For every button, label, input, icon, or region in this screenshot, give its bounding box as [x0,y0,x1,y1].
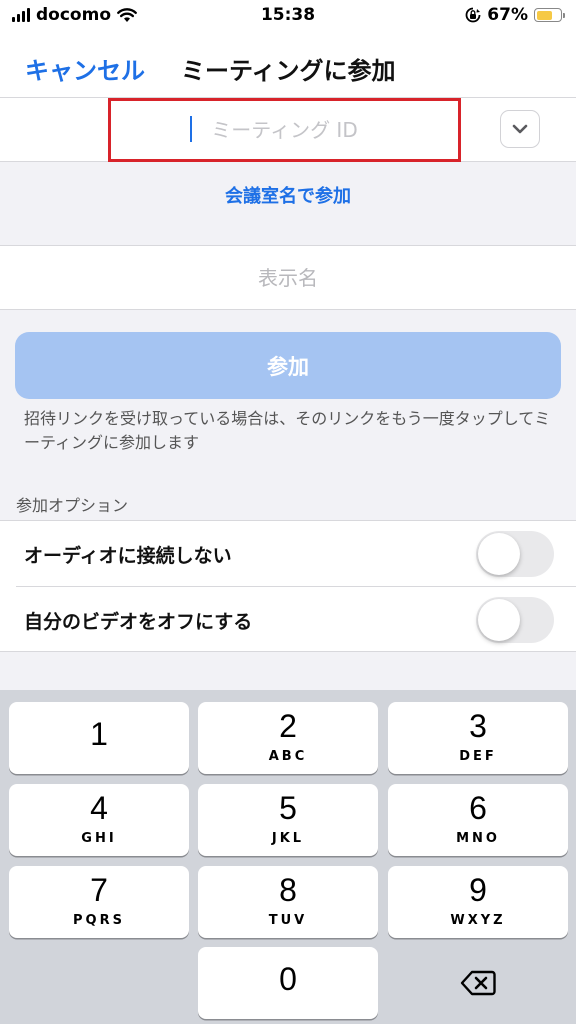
status-right: 67% [465,5,565,25]
key-digit: 0 [279,961,297,997]
backspace-icon [460,970,496,996]
key-letters: GHI [81,831,117,846]
delete-key[interactable] [388,947,568,1019]
video-off-toggle[interactable] [476,597,554,643]
key-letters: WXYZ [450,913,506,928]
key-5[interactable]: 5 JKL [198,784,378,856]
chevron-down-icon [512,124,528,134]
key-0[interactable]: 0 [198,947,378,1019]
key-2[interactable]: 2 ABC [198,702,378,774]
meeting-id-input[interactable] [108,98,461,162]
key-digit: 3 [469,708,487,744]
meeting-id-dropdown-button[interactable] [500,110,540,148]
key-digit: 1 [90,716,108,752]
key-1[interactable]: 1 [9,702,189,774]
key-digit: 4 [90,790,108,826]
toggle-knob [478,599,520,641]
key-letters: PQRS [73,913,125,928]
key-digit: 8 [279,872,297,908]
key-4[interactable]: 4 GHI [9,784,189,856]
no-audio-toggle[interactable] [476,531,554,577]
option-video-off: 自分のビデオをオフにする [0,587,576,652]
battery-icon [534,8,565,22]
navigation-bar: キャンセル ミーティングに参加 [0,32,576,98]
meeting-id-row [0,98,576,162]
orientation-lock-icon [465,7,481,23]
key-letters: TUV [268,913,308,928]
toggle-knob [478,533,520,575]
join-options-header: 参加オプション [16,496,129,515]
key-9[interactable]: 9 WXYZ [388,866,568,938]
key-8[interactable]: 8 TUV [198,866,378,938]
key-digit: 2 [279,708,297,744]
key-letters: ABC [268,749,308,764]
option-no-audio: オーディオに接続しない [0,521,576,586]
status-bar: docomo 15:38 67% [0,0,576,32]
page-title: ミーティングに参加 [181,57,396,85]
join-options-list: オーディオに接続しない 自分のビデオをオフにする [0,520,576,652]
option-label: オーディオに接続しない [24,545,232,567]
battery-percent: 67% [487,5,528,25]
key-6[interactable]: 6 MNO [388,784,568,856]
key-digit: 5 [279,790,297,826]
display-name-row [0,245,576,310]
display-name-input[interactable] [0,246,576,309]
key-digit: 7 [90,872,108,908]
join-by-room-name-link[interactable]: 会議室名で参加 [0,182,576,208]
key-letters: JKL [271,831,305,846]
text-cursor [190,116,192,142]
key-7[interactable]: 7 PQRS [9,866,189,938]
cancel-button[interactable]: キャンセル [25,51,145,86]
help-text: 招待リンクを受け取っている場合は、そのリンクをもう一度タップしてミーティングに参… [24,409,551,452]
key-digit: 6 [469,790,487,826]
key-letters: MNO [456,831,500,846]
join-button[interactable]: 参加 [15,332,561,399]
key-3[interactable]: 3 DEF [388,702,568,774]
battery-level [536,10,552,20]
option-label: 自分のビデオをオフにする [24,611,253,633]
key-digit: 9 [469,872,487,908]
key-letters: DEF [459,749,497,764]
